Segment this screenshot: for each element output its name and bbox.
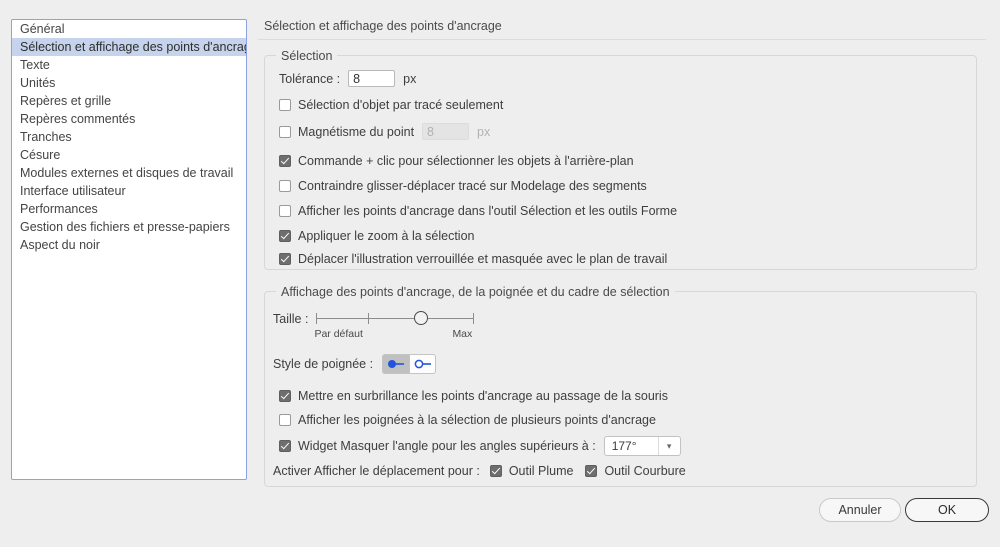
handle-style-label: Style de poignée : [273,357,374,371]
checkbox-pen-tool-label: Outil Plume [508,464,574,478]
cancel-button[interactable]: Annuler [819,498,901,522]
move-locked-row[interactable]: Déplacer l'illustration verrouillée et m… [279,252,667,266]
display-group-legend: Affichage des points d'ancrage, de la po… [276,285,675,299]
checkbox-constrain-drag[interactable] [279,180,291,192]
page-title: Sélection et affichage des points d'ancr… [264,19,502,33]
checkbox-zoom-to-selection[interactable] [279,230,291,242]
slider-min-caption: Par défaut [314,328,363,340]
enable-show-move-row: Activer Afficher le déplacement pour : O… [273,464,686,478]
checkbox-show-handles-multi-label: Afficher les poignées à la sélection de … [298,413,656,427]
checkbox-command-click[interactable] [279,155,291,167]
tolerance-row: Tolérance : px [279,70,416,87]
sidebar-item-general[interactable]: Général [12,20,246,38]
sidebar-item-reperes-commentes[interactable]: Repères commentés [12,110,246,128]
slider-tick-4 [473,313,475,324]
hollow-handle-icon [414,359,431,369]
checkbox-snap-point-label: Magnétisme du point [298,124,415,139]
slider-max-caption: Max [452,328,473,340]
slider-tick-1 [316,313,318,324]
sidebar-item-cesure[interactable]: Césure [12,146,246,164]
size-slider-row[interactable]: Taille : Par défaut Max [273,308,475,340]
handle-style-filled-button[interactable] [382,354,410,374]
sidebar-item-tranches[interactable]: Tranches [12,128,246,146]
sidebar-item-reperes-grille[interactable]: Repères et grille [12,92,246,110]
checkbox-show-anchors[interactable] [279,205,291,217]
snap-unit-label: px [477,124,491,139]
sidebar-item-aspect-du-noir[interactable]: Aspect du noir [12,236,246,254]
checkbox-curvature-tool[interactable] [585,465,598,477]
tolerance-label: Tolérance : [279,71,341,86]
hide-corner-widget-row[interactable]: Widget Masquer l'angle pour les angles s… [279,436,681,456]
preferences-main-panel: Sélection et affichage des points d'ancr… [258,19,986,489]
sidebar-item-performances[interactable]: Performances [12,200,246,218]
slider-thumb[interactable] [414,311,429,325]
checkbox-show-anchors-label: Afficher les points d'ancrage dans l'out… [298,204,678,218]
sidebar-item-unites[interactable]: Unités [12,74,246,92]
display-group: Affichage des points d'ancrage, de la po… [264,285,977,487]
sidebar-item-modules-externes[interactable]: Modules externes et disques de travail [12,164,246,182]
tolerance-input[interactable] [348,70,396,87]
checkbox-snap-point[interactable] [279,125,291,138]
sidebar-item-gestion-fichiers[interactable]: Gestion des fichiers et presse-papiers [12,218,246,236]
ok-button[interactable]: OK [905,498,989,522]
show-anchors-row[interactable]: Afficher les points d'ancrage dans l'out… [279,204,677,218]
checkbox-highlight-anchors-label: Mettre en surbrillance les points d'ancr… [298,389,668,403]
slider-track [316,318,475,319]
checkbox-curvature-tool-label: Outil Courbure [604,464,686,478]
checkbox-path-only-label: Sélection d'objet par tracé seulement [298,98,504,112]
checkbox-command-click-label: Commande + clic pour sélectionner les ob… [298,154,634,168]
checkbox-hide-corner-widget-label: Widget Masquer l'angle pour les angles s… [298,439,596,453]
preferences-category-list[interactable]: Général Sélection et affichage des point… [11,19,247,480]
angle-threshold-select[interactable]: 177° ▾ [603,436,681,456]
snap-point-row[interactable]: Magnétisme du point px [279,123,490,140]
checkbox-show-handles-multi[interactable] [279,414,291,426]
handle-style-row[interactable]: Style de poignée : [273,354,437,374]
command-click-row[interactable]: Commande + clic pour sélectionner les ob… [279,154,634,168]
selection-group-legend: Sélection [276,49,338,63]
selection-group: Sélection Tolérance : px Sélection d'obj… [264,49,977,270]
tolerance-unit-label: px [403,71,417,86]
checkbox-move-locked-artwork-label: Déplacer l'illustration verrouillée et m… [298,252,668,266]
sidebar-item-selection-anchor-display[interactable]: Sélection et affichage des points d'ancr… [12,38,246,56]
path-only-row[interactable]: Sélection d'objet par tracé seulement [279,98,503,112]
angle-threshold-value: 177° [611,439,637,453]
checkbox-zoom-to-selection-label: Appliquer le zoom à la sélection [298,229,475,243]
size-label: Taille : [273,312,309,326]
constrain-drag-row[interactable]: Contraindre glisser-déplacer tracé sur M… [279,179,647,193]
show-handles-row[interactable]: Afficher les poignées à la sélection de … [279,413,656,427]
checkbox-path-only[interactable] [279,99,291,111]
highlight-anchors-row[interactable]: Mettre en surbrillance les points d'ancr… [279,389,668,403]
anchor-size-slider[interactable]: Par défaut Max [314,308,475,340]
chevron-down-icon: ▾ [657,437,680,455]
handle-style-hollow-button[interactable] [409,354,437,374]
header-divider [258,39,986,40]
sidebar-item-texte[interactable]: Texte [12,56,246,74]
checkbox-move-locked-artwork[interactable] [279,253,291,265]
checkbox-hide-corner-widget[interactable] [279,440,291,452]
checkbox-highlight-anchors[interactable] [279,390,291,402]
slider-tick-2 [368,313,370,324]
checkbox-constrain-drag-label: Contraindre glisser-déplacer tracé sur M… [298,179,647,193]
checkbox-pen-tool[interactable] [489,465,502,477]
sidebar-item-interface-utilisateur[interactable]: Interface utilisateur [12,182,246,200]
enable-show-move-label: Activer Afficher le déplacement pour : [273,464,480,478]
snap-distance-input [422,123,470,140]
zoom-selection-row[interactable]: Appliquer le zoom à la sélection [279,229,475,243]
filled-handle-icon [388,360,405,368]
